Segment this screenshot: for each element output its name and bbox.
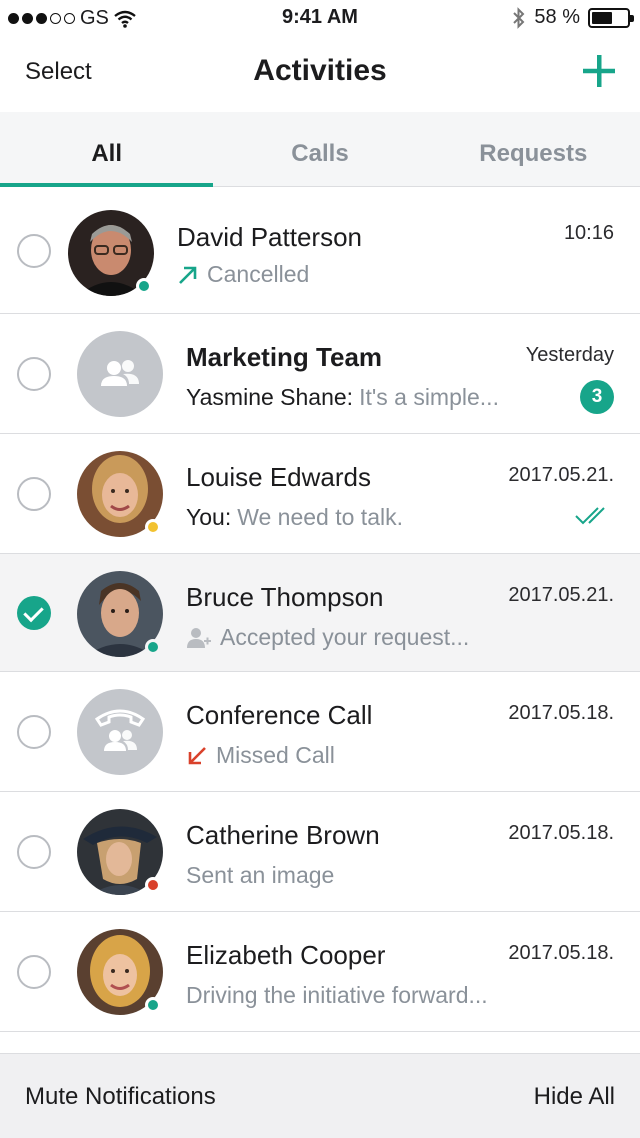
add-contact-icon xyxy=(187,627,211,648)
activity-status: Driving the initiative forward... xyxy=(186,982,488,1009)
contact-name: Bruce Thompson xyxy=(186,582,384,612)
selection-checkbox[interactable] xyxy=(17,356,51,391)
bottom-toolbar: Mute Notifications Hide All xyxy=(0,1053,640,1138)
status-bar: GS 9:41 AM 58 % xyxy=(0,0,640,36)
tab-calls[interactable]: Calls xyxy=(213,112,426,186)
list-item[interactable]: Conference Call Missed Call 2017.05.18. xyxy=(0,672,640,792)
message-preview: You: We need to talk. xyxy=(186,504,403,531)
avatar xyxy=(68,210,154,296)
contact-name: Conference Call xyxy=(186,700,373,730)
battery-icon xyxy=(588,7,634,28)
selection-checkbox[interactable] xyxy=(17,954,51,989)
list-item[interactable]: Catherine Brown Sent an image 2017.05.18… xyxy=(0,792,640,912)
activity-time: 2017.05.18. xyxy=(508,942,614,964)
status-text: Driving the initiative forward... xyxy=(186,982,488,1008)
presence-online xyxy=(145,639,161,655)
activity-list: David Patterson Cancelled 10:16 Marketin… xyxy=(0,188,640,1032)
avatar xyxy=(77,571,163,657)
selection-checkbox[interactable] xyxy=(17,476,51,511)
selection-checkbox[interactable] xyxy=(17,834,51,869)
list-item[interactable]: Bruce Thompson Accepted your request... … xyxy=(0,554,640,672)
activity-time: 10:16 xyxy=(563,222,614,244)
battery-percent: 58 % xyxy=(534,6,580,28)
message-sender: You: xyxy=(186,504,232,530)
activity-time: 2017.05.21. xyxy=(508,584,614,606)
bluetooth-icon xyxy=(513,6,525,29)
activity-status: Missed Call xyxy=(186,742,335,769)
avatar xyxy=(77,809,163,895)
contact-name: Catherine Brown xyxy=(186,820,380,850)
unread-badge: 3 xyxy=(580,380,614,414)
message-text: We need to talk. xyxy=(237,504,403,530)
status-text: Sent an image xyxy=(186,862,335,888)
message-sender: Yasmine Shane: xyxy=(186,384,354,410)
navigation-bar: Select Activities xyxy=(0,36,640,112)
double-check-icon xyxy=(575,507,605,525)
avatar xyxy=(77,929,163,1015)
activity-time: 2017.05.21. xyxy=(508,464,614,486)
status-right: 58 % xyxy=(512,6,634,29)
selection-checkbox[interactable] xyxy=(17,233,51,268)
status-text: Accepted your request... xyxy=(220,624,470,650)
list-item[interactable]: Elizabeth Cooper Driving the initiative … xyxy=(0,912,640,1032)
activity-time: 2017.05.18. xyxy=(508,702,614,724)
page-title: Activities xyxy=(253,54,387,87)
missed-call-arrow-icon xyxy=(188,746,206,764)
segmented-tabs: All Calls Requests xyxy=(0,112,640,187)
list-item[interactable]: Louise Edwards You: We need to talk. 201… xyxy=(0,434,640,554)
hide-all-button[interactable]: Hide All xyxy=(534,1083,615,1111)
list-item[interactable]: David Patterson Cancelled 10:16 xyxy=(0,188,640,314)
activity-time: Yesterday xyxy=(525,344,614,366)
tab-requests[interactable]: Requests xyxy=(427,112,640,186)
activity-status: Cancelled xyxy=(177,261,309,288)
group-icon xyxy=(101,360,139,386)
presence-busy xyxy=(145,877,161,893)
conference-phone-icon xyxy=(94,709,146,751)
presence-online xyxy=(145,997,161,1013)
list-item[interactable]: Marketing Team Yasmine Shane: It's a sim… xyxy=(0,314,640,434)
avatar xyxy=(77,689,163,775)
presence-away xyxy=(145,519,161,535)
contact-name: Elizabeth Cooper xyxy=(186,940,386,970)
selection-checkbox[interactable] xyxy=(17,714,51,749)
avatar xyxy=(77,331,163,417)
tab-all[interactable]: All xyxy=(0,112,214,187)
plus-icon[interactable] xyxy=(582,54,616,88)
outgoing-arrow-icon xyxy=(179,266,197,284)
presence-online xyxy=(136,278,152,294)
message-text: It's a simple... xyxy=(359,384,499,410)
activity-time: 2017.05.18. xyxy=(508,822,614,844)
mute-notifications-button[interactable]: Mute Notifications xyxy=(25,1083,216,1111)
contact-name: Louise Edwards xyxy=(186,462,371,492)
activity-status: Sent an image xyxy=(186,862,334,889)
status-text: Cancelled xyxy=(207,261,310,287)
contact-name: David Patterson xyxy=(177,222,362,252)
status-text: Missed Call xyxy=(216,742,335,768)
activity-status: Accepted your request... xyxy=(186,624,469,651)
avatar xyxy=(77,451,163,537)
message-preview: Yasmine Shane: It's a simple... xyxy=(186,384,499,411)
selection-checkbox[interactable] xyxy=(17,595,51,630)
contact-name: Marketing Team xyxy=(186,342,383,372)
